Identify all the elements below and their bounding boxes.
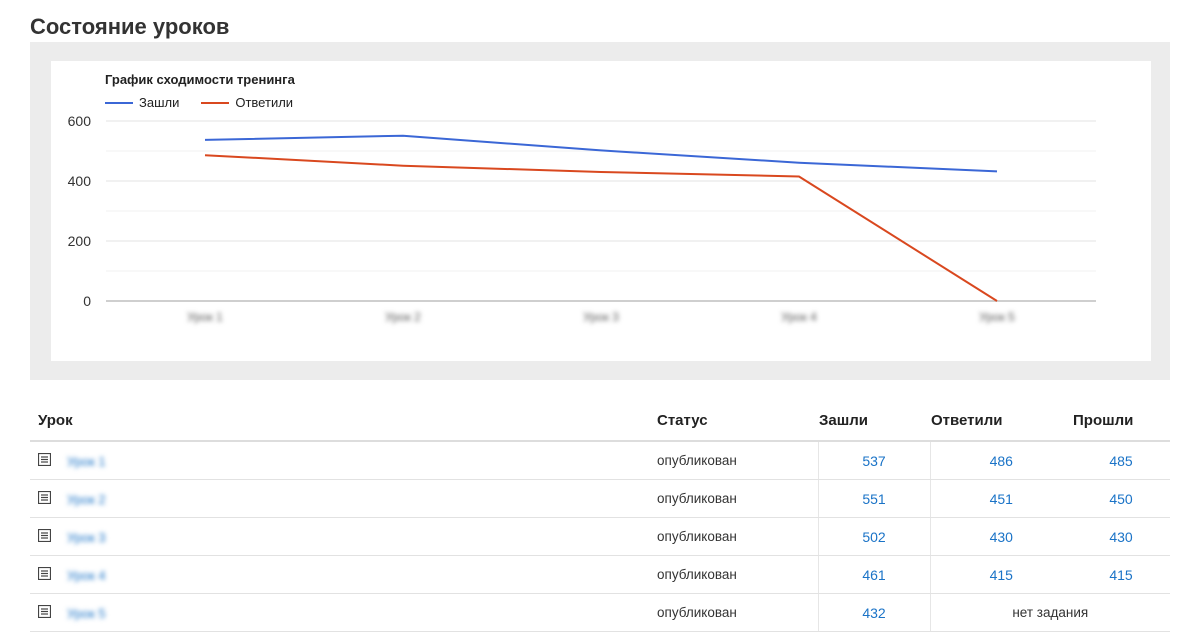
chart-legend: Зашли Ответили	[105, 95, 293, 110]
lesson-link[interactable]: Урок 2	[67, 492, 106, 507]
data-point[interactable]	[994, 298, 1000, 304]
document-icon	[37, 605, 52, 621]
table-row: Урок 4 опубликован 461 415 415	[30, 555, 1170, 594]
y-tick-label: 600	[68, 113, 92, 129]
lesson-cell: Урок 5	[30, 593, 649, 632]
status-cell: опубликован	[649, 517, 818, 556]
entered-count[interactable]: 502	[817, 517, 930, 556]
table-body: Урок 1 опубликован 537 486 485 Урок 2 опублико…	[30, 441, 1170, 632]
x-tick-label: Урок 1	[187, 310, 223, 324]
data-point[interactable]	[202, 152, 208, 158]
series-line-entered[interactable]	[204, 134, 998, 173]
table-row: Урок 2 опубликован 551 451 450	[30, 479, 1170, 518]
y-tick-label: 200	[68, 233, 92, 249]
table-row: Урок 3 опубликован 502 430 430	[30, 517, 1170, 556]
status-cell: опубликован	[649, 555, 818, 594]
legend-swatch-answered	[201, 101, 230, 104]
x-tick-label: Урок 5	[979, 310, 1015, 324]
x-tick-label: Урок 4	[781, 310, 817, 324]
status-cell: опубликован	[649, 593, 818, 632]
chart-panel: 0 200 400 600 Урок 1 Урок 2 Урок 3 Урок 4 Урок 5…	[30, 42, 1170, 380]
lessons-table: Урок Статус Зашли Ответили Прошли Урок 1…	[30, 400, 1170, 632]
x-tick-label: Урок 3	[583, 310, 619, 324]
y-tick-label: 400	[68, 173, 92, 189]
header-lesson[interactable]: Урок	[30, 400, 649, 442]
lesson-cell: Урок 4	[30, 555, 649, 594]
data-point[interactable]	[400, 163, 406, 169]
answered-count[interactable]: 430	[929, 517, 1072, 556]
passed-count[interactable]: 430	[1072, 517, 1170, 556]
entered-count[interactable]: 432	[817, 593, 930, 632]
legend-item-entered[interactable]: Зашли	[105, 95, 179, 110]
lesson-link[interactable]: Урок 4	[67, 568, 106, 583]
answered-count[interactable]: 486	[929, 441, 1072, 480]
header-passed[interactable]: Прошли	[1072, 400, 1170, 442]
answered-count[interactable]: 451	[929, 479, 1072, 518]
no-task-text: нет задания	[929, 593, 1170, 632]
table-row: Урок 5 опубликован 432 нет задания	[30, 593, 1170, 632]
x-tick-label: Урок 2	[385, 310, 421, 324]
lesson-link[interactable]: Урок 5	[67, 606, 106, 621]
header-entered[interactable]: Зашли	[818, 400, 930, 442]
chart-card: 0 200 400 600 Урок 1 Урок 2 Урок 3 Урок 4 Урок 5…	[51, 61, 1151, 361]
lesson-cell: Урок 1	[30, 441, 649, 480]
lesson-link[interactable]: Урок 1	[67, 454, 106, 469]
passed-count[interactable]: 485	[1072, 441, 1170, 480]
lesson-link[interactable]: Урок 3	[67, 530, 106, 545]
status-cell: опубликован	[649, 441, 818, 480]
chart-title: График сходимости тренинга	[105, 72, 295, 87]
document-icon	[37, 491, 52, 507]
passed-count[interactable]: 415	[1072, 555, 1170, 594]
data-point[interactable]	[796, 174, 802, 180]
lesson-cell: Урок 3	[30, 517, 649, 556]
document-icon	[37, 567, 52, 583]
entered-count[interactable]: 461	[817, 555, 930, 594]
table-header-row: Урок Статус Зашли Ответили Прошли	[30, 400, 1170, 442]
header-answered[interactable]: Ответили	[930, 400, 1072, 442]
entered-count[interactable]: 537	[817, 441, 930, 480]
header-status[interactable]: Статус	[649, 400, 818, 442]
status-cell: опубликован	[649, 479, 818, 518]
legend-label-entered: Зашли	[139, 95, 180, 110]
data-point[interactable]	[598, 147, 604, 153]
y-tick-label: 0	[83, 293, 91, 309]
table-row: Урок 1 опубликован 537 486 485	[30, 441, 1170, 480]
series-line-answered[interactable]	[204, 154, 998, 302]
data-point[interactable]	[400, 133, 406, 139]
answered-count[interactable]: 415	[929, 555, 1072, 594]
legend-swatch-entered	[105, 101, 133, 104]
legend-label-answered: Ответили	[235, 95, 294, 110]
entered-count[interactable]: 551	[817, 479, 930, 518]
legend-item-answered[interactable]: Ответили	[201, 95, 293, 110]
data-point[interactable]	[994, 168, 1000, 174]
document-icon	[37, 453, 52, 469]
data-point[interactable]	[598, 169, 604, 175]
lesson-cell: Урок 2	[30, 479, 649, 518]
data-point[interactable]	[796, 160, 802, 166]
passed-count[interactable]: 450	[1072, 479, 1170, 518]
data-point[interactable]	[202, 137, 208, 143]
page-title: Состояние уроков	[30, 14, 230, 39]
document-icon	[37, 529, 52, 545]
